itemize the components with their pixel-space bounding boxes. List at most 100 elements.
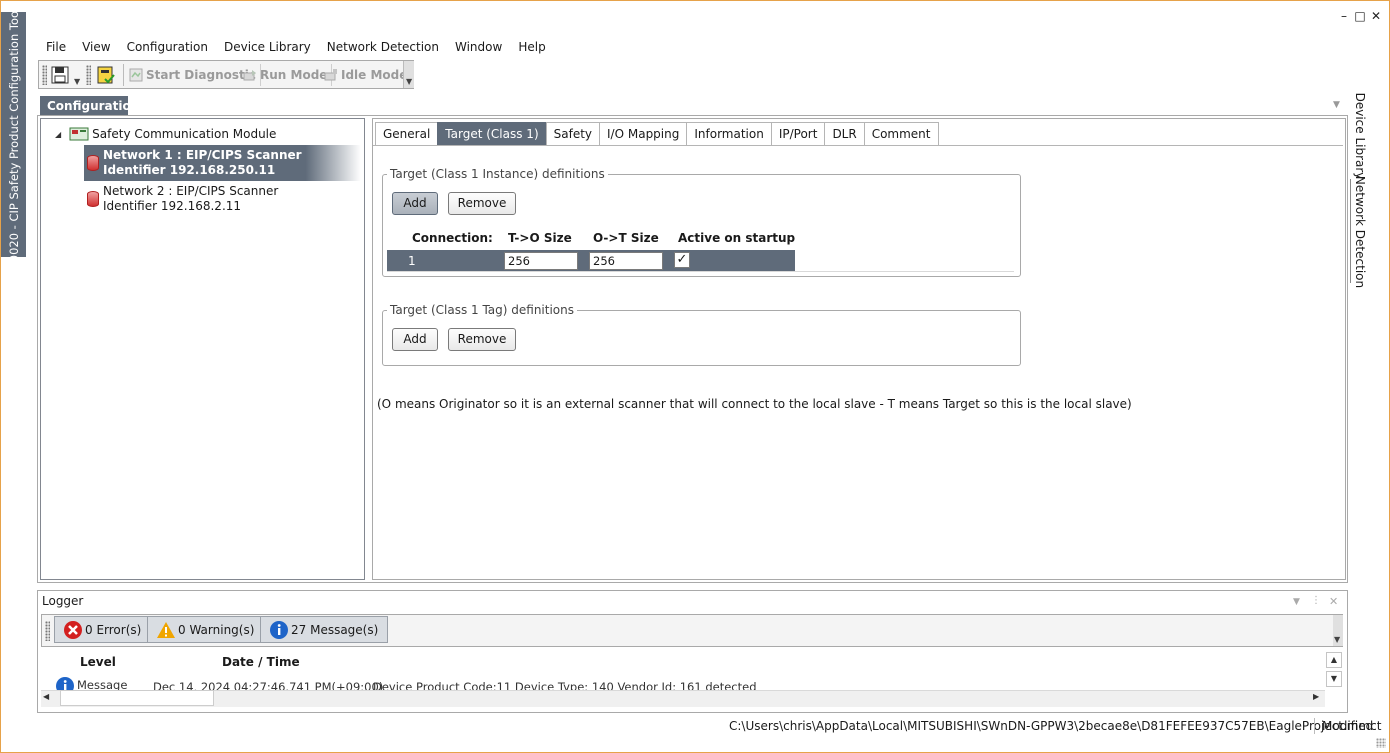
tab-dlr[interactable]: DLR (824, 122, 865, 146)
panel-options-icon[interactable]: ▼ (1333, 100, 1340, 110)
tab-information[interactable]: Information (686, 122, 772, 146)
device-library-side-tab[interactable]: Device Library (1350, 93, 1370, 180)
warnings-filter-button[interactable]: 0 Warning(s) (147, 616, 265, 643)
scroll-left-button[interactable]: ◀ (43, 692, 49, 701)
menu-file[interactable]: File (46, 40, 66, 56)
o2t-size-input[interactable]: 256 (589, 252, 663, 270)
tab-target-class-1[interactable]: Target (Class 1) (437, 122, 547, 146)
tree-node-network-1[interactable]: Network 1 : EIP/CIPS Scanner Identifier … (84, 145, 361, 181)
network-1-name: Network 1 : EIP/CIPS Scanner (103, 148, 302, 162)
chevron-down-icon: ▼ (406, 77, 413, 86)
tag-add-button[interactable]: Add (392, 328, 438, 351)
minimize-button[interactable]: – (1337, 8, 1351, 24)
idle-mode-icon (324, 69, 337, 81)
menu-window[interactable]: Window (455, 40, 502, 56)
logger-close-icon[interactable]: ✕ (1329, 595, 1338, 608)
info-icon (270, 620, 288, 639)
error-icon (64, 620, 82, 639)
network-2-identifier: Identifier 192.168.2.11 (103, 199, 242, 213)
tab-ip-port[interactable]: IP/Port (770, 122, 826, 146)
scroll-down-button[interactable]: ▼ (1326, 671, 1342, 687)
column-o2t-size: O->T Size (593, 231, 659, 245)
t2o-size-input[interactable]: 256 (504, 252, 578, 270)
status-project-path: C:\Users\chris\AppData\Local\MITSUBISHI\… (729, 719, 1382, 733)
toolbar-overflow-button[interactable]: ▼ (403, 61, 414, 88)
logger-options-icon[interactable]: ▼ (1293, 597, 1300, 607)
errors-count: 0 Error(s) (85, 622, 142, 637)
close-button[interactable]: ✕ (1369, 8, 1383, 24)
logger-toolbar-grip[interactable] (45, 621, 50, 641)
logger-grid: Message Dec 14, 2024 04:27:46.741 PM(+09… (41, 673, 1323, 690)
status-divider (1314, 718, 1315, 734)
tag-definitions-legend: Target (Class 1 Tag) definitions (387, 303, 578, 317)
column-active-on-startup: Active on startup (678, 231, 796, 245)
log-message: Device Product Code:11 Device Type: 140 … (373, 680, 757, 690)
horizontal-scrollbar[interactable] (41, 690, 1325, 707)
app-title: 0020 - CIP Safety Product Configuration … (6, 7, 21, 262)
menu-configuration[interactable]: Configuration (127, 40, 208, 56)
tree-node-network-2[interactable]: Network 2 : EIP/CIPS Scanner Identifier … (84, 181, 278, 217)
instance-definitions-legend: Target (Class 1 Instance) definitions (387, 167, 608, 181)
property-tabs: General Target (Class 1) Safety I/O Mapp… (375, 122, 939, 146)
run-mode-icon (243, 70, 256, 81)
menu-view[interactable]: View (82, 40, 110, 56)
status-modified: Modified (1322, 719, 1374, 733)
tree-root-label: Safety Communication Module (92, 127, 277, 141)
menu-device-library[interactable]: Device Library (224, 40, 311, 56)
network-1-identifier: Identifier 192.168.250.11 (103, 163, 276, 177)
menu-network-detection[interactable]: Network Detection (327, 40, 439, 56)
toolbar-grip-2[interactable] (86, 65, 91, 85)
network-2-name: Network 2 : EIP/CIPS Scanner (103, 184, 279, 198)
errors-filter-button[interactable]: 0 Error(s) (54, 616, 152, 643)
log-level: Message (77, 678, 128, 690)
toolbar-grip[interactable] (42, 65, 47, 85)
module-icon (69, 127, 89, 141)
run-mode-label: Run Mode (260, 68, 328, 82)
column-t2o-size: T->O Size (508, 231, 572, 245)
active-on-startup-checkbox[interactable]: ✓ (674, 252, 690, 268)
maximize-button[interactable]: □ (1353, 8, 1367, 24)
device-library-side-tab-label: Device Library (1353, 92, 1367, 180)
project-tree: ◢ Safety Communication Module Network 1 … (40, 118, 365, 580)
column-level: Level (80, 655, 116, 669)
logger-pin-icon[interactable]: ⋮ (1311, 595, 1321, 606)
originator-target-note: (O means Originator so it is an external… (377, 397, 1132, 411)
idle-mode-label: Idle Mode (341, 68, 408, 82)
log-datetime: Dec 14, 2024 04:27:46.741 PM(+09:00) (153, 680, 384, 690)
table-divider (387, 271, 1014, 272)
menu-help[interactable]: Help (518, 40, 545, 56)
idle-mode-button[interactable]: Idle Mode (324, 64, 411, 86)
project-check-icon[interactable] (96, 65, 116, 85)
row-connection: 1 (408, 254, 416, 268)
tag-remove-button[interactable]: Remove (448, 328, 516, 351)
scroll-right-button[interactable]: ▶ (1313, 692, 1319, 701)
menu-bar: File View Configuration Device Library N… (46, 40, 562, 56)
resize-grip-icon[interactable] (1376, 738, 1386, 748)
tab-safety[interactable]: Safety (545, 122, 601, 146)
network-detection-side-tab-label: Network Detection (1353, 175, 1367, 289)
save-icon[interactable] (51, 66, 69, 84)
run-mode-button[interactable]: Run Mode (243, 64, 333, 86)
save-dropdown-icon[interactable]: ▼ (74, 77, 80, 86)
tab-comment[interactable]: Comment (863, 122, 939, 146)
app-title-bar: 0020 - CIP Safety Product Configuration … (1, 7, 26, 262)
start-diagnostic-button[interactable]: Start Diagnostic (129, 64, 261, 86)
column-connection: Connection: (412, 231, 493, 245)
scroll-up-button[interactable]: ▲ (1326, 652, 1342, 668)
messages-filter-button[interactable]: 27 Message(s) (260, 616, 389, 643)
logger-title: Logger (42, 594, 84, 608)
tab-io-mapping[interactable]: I/O Mapping (599, 122, 688, 146)
warnings-count: 0 Warning(s) (178, 622, 255, 637)
horizontal-scroll-thumb[interactable] (60, 690, 214, 706)
warning-icon (157, 621, 175, 638)
instance-add-button[interactable]: Add (392, 192, 438, 215)
instance-remove-button[interactable]: Remove (448, 192, 516, 215)
logger-toolbar-overflow[interactable]: ▼ (1333, 615, 1343, 646)
collapse-icon[interactable]: ◢ (55, 130, 61, 139)
configuration-tab[interactable]: Configuration (40, 96, 139, 115)
chevron-down-icon: ▼ (1334, 635, 1341, 644)
tab-general[interactable]: General (375, 122, 439, 146)
toolbar: ▼ Start Diagnostic Run Mode Idle Mode ▼ (38, 60, 414, 89)
network-detection-side-tab[interactable]: Network Detection (1350, 176, 1370, 288)
tree-root[interactable]: ◢ Safety Communication Module (55, 127, 276, 141)
